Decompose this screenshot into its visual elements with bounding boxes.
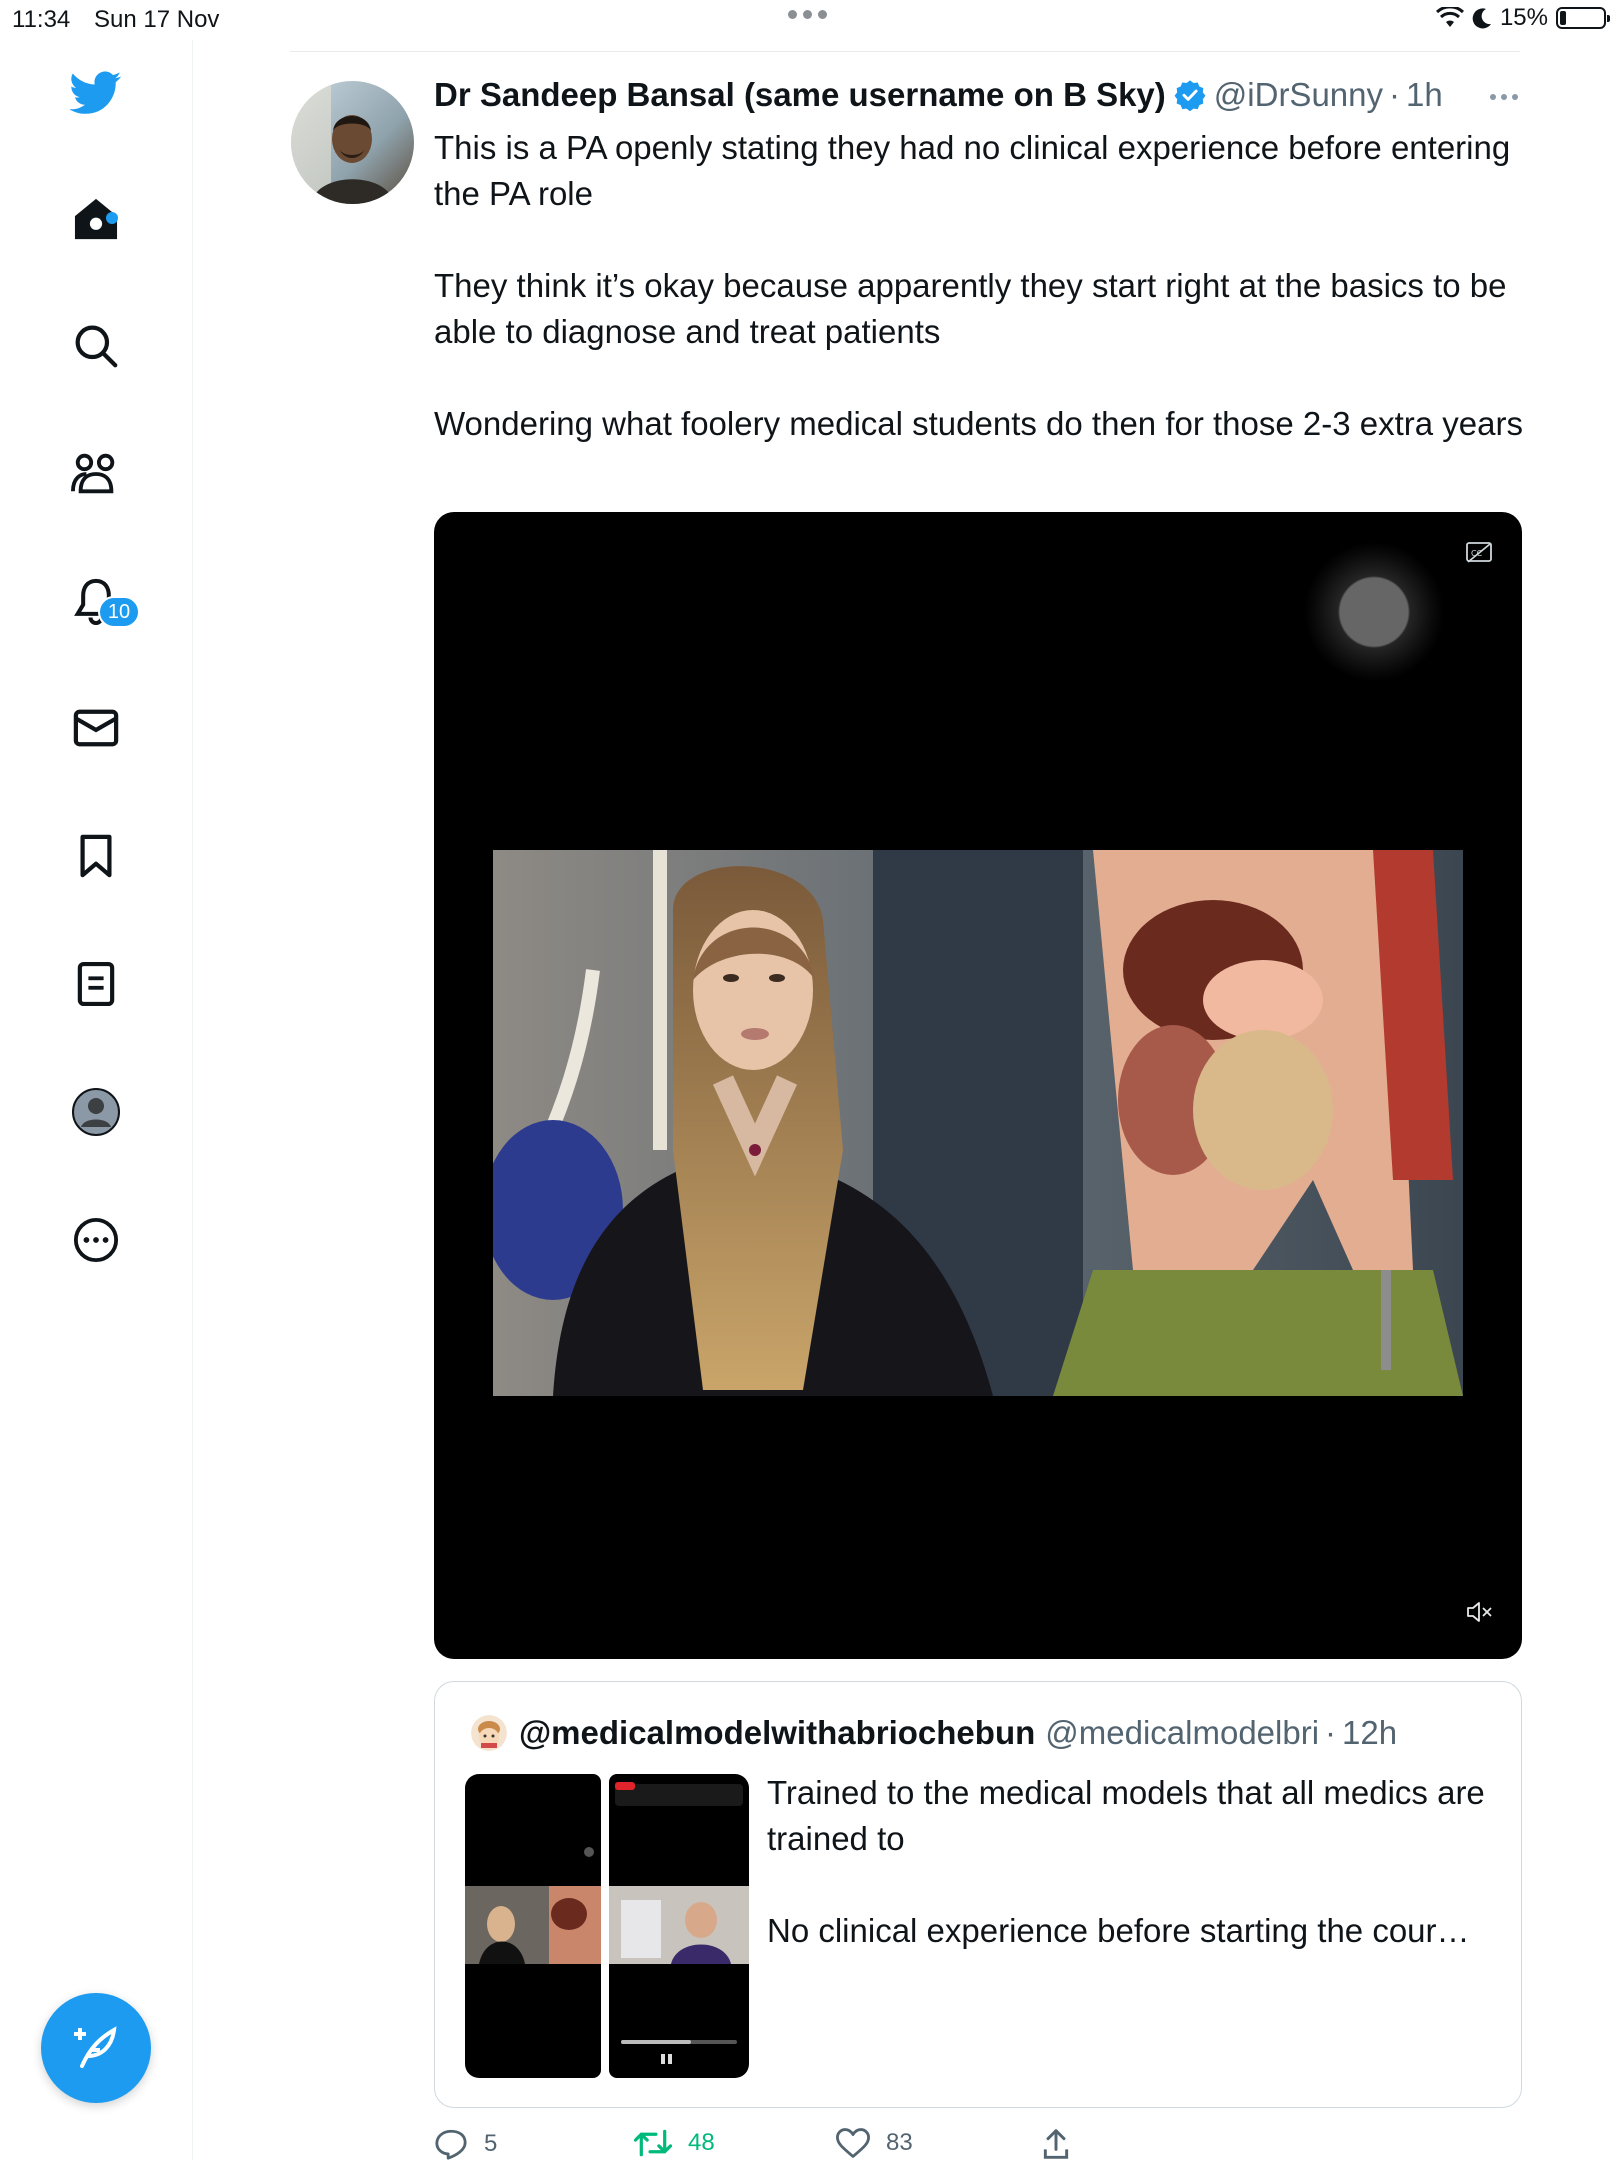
touch-indicator [1304, 542, 1444, 682]
reply-count: 5 [484, 2130, 498, 2157]
feather-plus-icon [74, 2026, 117, 2068]
battery-percent: 15% [1499, 4, 1548, 31]
retweet-icon [634, 2129, 672, 2157]
communities-icon[interactable] [70, 448, 122, 500]
status-bar: 11:34 Sun 17 Nov 15% [0, 0, 1620, 40]
author-avatar[interactable] [291, 81, 414, 204]
compose-tweet-button[interactable] [41, 1993, 151, 2103]
tweet-text: This is a PA openly stating they had no … [434, 125, 1534, 447]
quoted-media-thumbnails[interactable] [465, 1774, 749, 2078]
retweet-button[interactable]: 48 [634, 2128, 715, 2158]
tweet-header: Dr Sandeep Bansal (same username on B Sk… [434, 76, 1443, 114]
quoted-author-avatar[interactable] [471, 1715, 507, 1751]
svg-text:CC: CC [1471, 549, 1483, 558]
tweet-paragraph: Wondering what foolery medical students … [434, 405, 1523, 442]
quoted-header-separator: · [1325, 1714, 1337, 1751]
captions-icon[interactable]: CC [1466, 542, 1492, 569]
verified-badge-icon [1174, 79, 1206, 111]
like-count: 83 [886, 2129, 913, 2156]
tweet-more-icon[interactable] [1490, 94, 1518, 100]
status-time: 11:34 [12, 6, 71, 33]
reply-button[interactable]: 5 [434, 2128, 497, 2160]
home-unread-dot [106, 212, 118, 224]
notifications-badge: 10 [98, 596, 140, 628]
quoted-tweet-text: Trained to the medical models that all m… [767, 1770, 1497, 2000]
quoted-tweet-time: 12h [1342, 1714, 1398, 1751]
tweet-paragraph: This is a PA openly stating they had no … [434, 129, 1511, 212]
profile-icon[interactable] [70, 1086, 122, 1138]
heart-icon [836, 2128, 870, 2158]
quoted-tweet-card[interactable]: @medicalmodelwithabriochebun @medicalmod… [434, 1681, 1522, 2108]
tweet-video-player[interactable]: CC [434, 512, 1522, 1659]
tweet-actions-bar: 5 48 83 [434, 2128, 1234, 2168]
quoted-paragraph: No clinical experience before starting t… [767, 1912, 1470, 1949]
share-button[interactable] [1042, 2128, 1070, 2160]
header-separator: · [1389, 76, 1401, 113]
messages-icon[interactable] [70, 702, 122, 754]
tweet-paragraph: They think it’s okay because apparently … [434, 267, 1507, 350]
moon-icon [1472, 8, 1491, 29]
author-handle[interactable]: @iDrSunny [1214, 76, 1383, 114]
quoted-author-handle[interactable]: @medicalmodelbri [1045, 1714, 1319, 1752]
quoted-tweet-header: @medicalmodelwithabriochebun @medicalmod… [471, 1714, 1397, 1752]
quoted-author-name[interactable]: @medicalmodelwithabriochebun [519, 1714, 1035, 1752]
status-indicators: 15% [1435, 4, 1610, 32]
timeline-divider [290, 51, 1520, 52]
search-icon[interactable] [70, 320, 122, 372]
status-date: Sun 17 Nov [94, 6, 220, 33]
reply-icon [435, 2129, 467, 2160]
sidebar: 10 [0, 40, 193, 2160]
bookmarks-icon[interactable] [70, 830, 122, 882]
quoted-paragraph: Trained to the medical models that all m… [767, 1774, 1485, 1857]
multitasking-handle[interactable] [788, 10, 827, 19]
more-options-icon[interactable] [70, 1214, 122, 1266]
tweet-time[interactable]: 1h [1406, 76, 1443, 114]
share-icon [1043, 2129, 1069, 2159]
retweet-count: 48 [688, 2129, 715, 2156]
video-frame-image [493, 850, 1463, 1396]
like-button[interactable]: 83 [836, 2128, 913, 2158]
battery-icon [1556, 7, 1610, 29]
wifi-icon [1435, 7, 1464, 27]
mute-icon[interactable] [1466, 1600, 1494, 1629]
author-name[interactable]: Dr Sandeep Bansal (same username on B Sk… [434, 76, 1166, 114]
twitter-logo-icon[interactable] [70, 67, 122, 119]
lists-icon[interactable] [70, 958, 122, 1010]
